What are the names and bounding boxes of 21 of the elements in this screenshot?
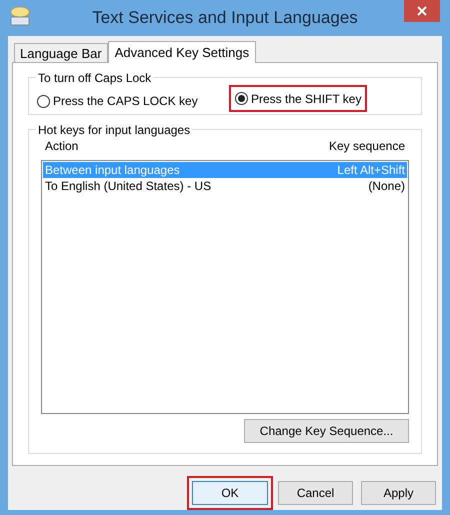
window-title: Text Services and Input Languages	[92, 7, 358, 30]
radio-option[interactable]: Press the SHIFT key	[229, 85, 368, 112]
action-cell-text: To English (United States) - US	[45, 178, 212, 195]
radio-option[interactable]: Press the CAPS LOCK key	[37, 92, 198, 110]
key-sequence-cell-text: Left Alt+Shift	[337, 162, 405, 179]
keyboard-icon	[8, 5, 32, 27]
radio-button[interactable]	[37, 94, 50, 108]
column-header: Key sequence	[328, 138, 405, 155]
action-cell-text: Between input languages	[45, 162, 180, 179]
close-button[interactable]	[404, 0, 440, 22]
key-sequence-cell-text: (None)	[368, 178, 405, 195]
change-key-sequence-button[interactable]: Change Key Sequence...	[244, 419, 409, 443]
dialog-button[interactable]: Cancel	[278, 481, 353, 505]
tab[interactable]: Language Bar	[14, 43, 108, 62]
close-icon	[417, 6, 427, 16]
radio-button[interactable]	[235, 92, 248, 105]
dialog-button[interactable]: Apply	[361, 481, 436, 505]
tab[interactable]: Advanced Key Settings	[108, 41, 256, 63]
list-row[interactable]: To English (United States) - US (None)	[43, 178, 407, 194]
dialog-button[interactable]: OK	[192, 481, 268, 505]
column-header: Action	[45, 138, 78, 155]
